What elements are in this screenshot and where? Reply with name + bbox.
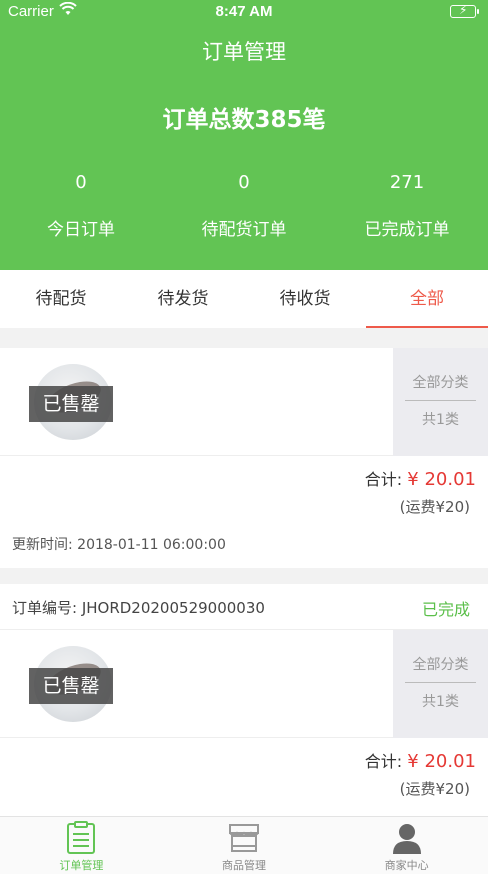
goods-row[interactable]: 已售罄 全部分类 共1类 [0,348,488,456]
tabbar-label: 订单管理 [59,859,104,872]
tab-pending-shipment[interactable]: 待发货 [122,270,244,328]
sold-out-badge: 已售罄 [29,386,113,422]
order-status: 已完成 [421,600,470,619]
goods-row[interactable]: 已售罄 全部分类 共1类 [0,630,488,738]
store-icon [227,821,261,855]
freight-note: (运费¥20) [399,780,470,798]
category-box[interactable]: 全部分类 共1类 [393,630,488,738]
category-count: 共1类 [422,412,459,428]
stat-value: 0 [238,172,250,193]
page-title: 订单管理 [202,40,286,64]
stat-value: 271 [389,172,425,193]
bottom-tab-bar: 订单管理 商品管理 商家中心 [0,816,488,874]
order-card[interactable]: 已售罄 全部分类 共1类 合计: ¥ 20.01 (运费¥20) 更新时间: 2… [0,348,488,568]
category-box[interactable]: 全部分类 共1类 [393,348,488,456]
tab-pending-receipt[interactable]: 待收货 [244,270,366,328]
stat-label: 待配货订单 [201,220,287,240]
order-total: 合计: ¥ 20.01 [365,748,476,772]
category-title: 全部分类 [405,372,476,401]
update-time: 更新时间: 2018-01-11 06:00:00 [12,537,226,553]
category-count: 共1类 [422,694,459,710]
tab-all[interactable]: 全部 [366,270,488,328]
total-amount: ¥ 20.01 [407,751,476,772]
stat-label: 今日订单 [47,220,115,240]
order-filter-tabs: 待配货 待发货 待收货 全部 [0,270,488,328]
stat-today-orders[interactable]: 0 今日订单 [0,172,162,240]
battery-icon: ⚡ [450,3,479,18]
status-bar: Carrier 8:47 AM ⚡ [0,0,488,24]
clipboard-icon [64,821,98,855]
stat-value: 0 [75,172,87,193]
total-label: 合计: [364,470,403,489]
sold-out-badge: 已售罄 [29,668,113,704]
order-number: 订单编号: JHORD20200529000030 [12,599,265,617]
order-total-summary: 订单总数385笔 [162,107,326,133]
clock: 8:47 AM [215,3,273,20]
tabbar-label: 商品管理 [222,859,266,872]
total-amount: ¥ 20.01 [407,469,476,490]
tabbar-merchant-center[interactable]: 商家中心 [325,817,488,874]
freight-note: (运费¥20) [399,498,470,516]
tab-pending-allocation[interactable]: 待配货 [0,270,122,328]
tabbar-order-management[interactable]: 订单管理 [0,817,163,874]
order-card[interactable]: 订单编号: JHORD20200529000030 已完成 已售罄 全部分类 共… [0,584,488,816]
header: Carrier 8:47 AM ⚡ 订单管理 订单总数385笔 0 今日订单 0… [0,0,488,270]
tabbar-product-management[interactable]: 商品管理 [163,817,326,874]
stat-pending-orders[interactable]: 0 待配货订单 [163,172,325,240]
tabbar-label: 商家中心 [384,859,429,872]
category-title: 全部分类 [405,654,476,683]
order-header: 订单编号: JHORD20200529000030 已完成 [0,584,488,630]
stat-label: 已完成订单 [364,220,450,240]
person-icon [390,821,424,855]
stat-completed-orders[interactable]: 271 已完成订单 [326,172,488,240]
order-total: 合计: ¥ 20.01 [365,466,476,490]
total-label: 合计: [364,752,403,771]
